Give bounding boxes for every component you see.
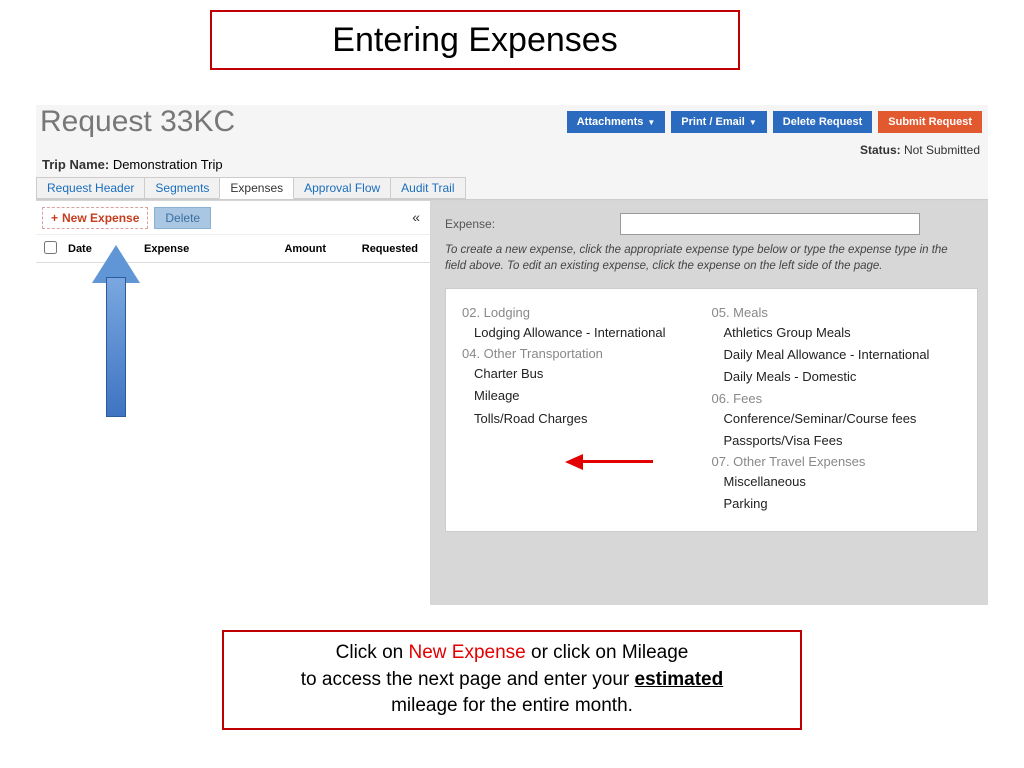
type-miscellaneous[interactable]: Miscellaneous [724,473,962,491]
type-conference-fees[interactable]: Conference/Seminar/Course fees [724,410,962,428]
type-mileage[interactable]: Mileage [474,387,712,405]
tab-expenses[interactable]: Expenses [219,177,294,199]
tab-request-header[interactable]: Request Header [36,177,145,199]
chevron-down-icon: ▼ [647,118,655,127]
expense-field-label: Expense: [445,217,620,231]
trip-row: Trip Name: Demonstration Trip [42,157,223,172]
expense-types-panel: 02. Lodging Lodging Allowance - Internat… [445,288,978,532]
col-expense: Expense [144,243,244,255]
caption-box: Click on New Expense or click on Mileage… [222,630,802,730]
header-row: Request 33KC Attachments▼ Print / Email▼… [36,105,988,145]
type-passport-visa-fees[interactable]: Passports/Visa Fees [724,432,962,450]
attachments-button[interactable]: Attachments▼ [567,111,666,133]
instruction-text: To create a new expense, click the appro… [445,243,978,274]
action-button-group: Attachments▼ Print / Email▼ Delete Reque… [567,111,982,133]
status-value: Not Submitted [904,143,980,157]
tab-audit-trail[interactable]: Audit Trail [390,177,465,199]
status-row: Status: Not Submitted [860,143,980,157]
type-group-other-travel: 07. Other Travel Expenses [712,454,962,469]
type-group-other-transportation: 04. Other Transportation [462,346,712,361]
select-all-checkbox[interactable] [36,241,64,257]
expense-type-input[interactable] [620,213,920,235]
type-group-fees: 06. Fees [712,391,962,406]
delete-expense-button[interactable]: Delete [154,207,211,229]
print-email-button[interactable]: Print / Email▼ [671,111,767,133]
slide-title-box: Entering Expenses [210,10,740,70]
type-tolls[interactable]: Tolls/Road Charges [474,410,712,428]
expense-search-row: Expense: [445,213,978,235]
types-col-right: 05. Meals Athletics Group Meals Daily Me… [712,301,962,517]
app-window: Request 33KC Attachments▼ Print / Email▼… [36,105,988,605]
type-daily-meal-intl[interactable]: Daily Meal Allowance - International [724,346,962,364]
type-lodging-allowance-intl[interactable]: Lodging Allowance - International [474,324,712,342]
trip-value: Demonstration Trip [113,157,223,172]
plus-icon: + [51,211,58,225]
type-group-meals: 05. Meals [712,305,962,320]
arrow-left-icon [565,454,583,470]
col-requested: Requested [334,243,430,255]
tab-approval-flow[interactable]: Approval Flow [293,177,391,199]
trip-label: Trip Name: [42,157,109,172]
delete-request-button[interactable]: Delete Request [773,111,872,133]
left-toolbar: +New Expense Delete « [36,201,430,235]
type-parking[interactable]: Parking [724,495,962,513]
caption-estimated: estimated [635,669,724,690]
status-label: Status: [860,143,901,157]
type-athletics-group-meals[interactable]: Athletics Group Meals [724,324,962,342]
caption-highlight-new-expense: New Expense [409,642,526,663]
blue-arrow-annotation [94,247,138,417]
type-charter-bus[interactable]: Charter Bus [474,365,712,383]
collapse-icon[interactable]: « [412,209,420,225]
type-daily-meals-domestic[interactable]: Daily Meals - Domestic [724,368,962,386]
submit-request-button[interactable]: Submit Request [878,111,982,133]
tab-segments[interactable]: Segments [144,177,220,199]
type-group-lodging: 02. Lodging [462,305,712,320]
slide-title: Entering Expenses [332,21,617,60]
expense-detail-pane: Expense: To create a new expense, click … [431,200,988,605]
col-amount: Amount [244,243,334,255]
types-col-left: 02. Lodging Lodging Allowance - Internat… [462,301,712,517]
tab-strip: Request Header Segments Expenses Approva… [36,177,988,200]
new-expense-button[interactable]: +New Expense [42,207,148,229]
request-title: Request 33KC [40,105,235,139]
red-arrow-annotation [565,455,655,469]
content-area: +New Expense Delete « Date Expense Amoun… [36,200,988,605]
chevron-down-icon: ▼ [749,118,757,127]
